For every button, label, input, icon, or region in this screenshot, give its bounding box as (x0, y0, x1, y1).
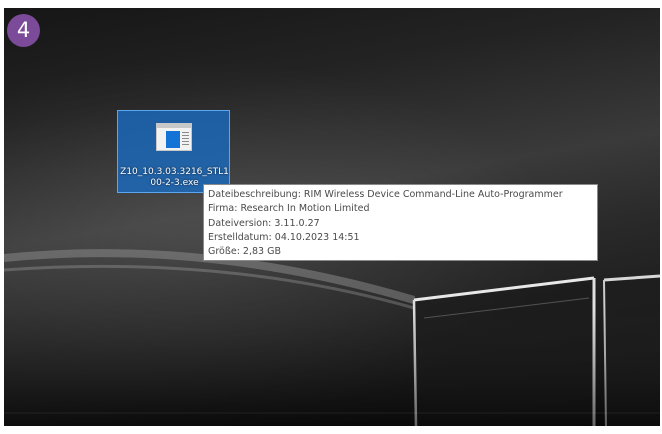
desktop-file-icon[interactable]: Z10_10.3.03.3216_STL100-2-3.exe (117, 110, 230, 193)
tooltip-company: Firma: Research In Motion Limited (208, 203, 370, 215)
tooltip-description: Dateibeschreibung: RIM Wireless Device C… (208, 189, 563, 200)
file-info-tooltip: Dateibeschreibung: RIM Wireless Device C… (203, 184, 598, 261)
tooltip-size: Größe: 2,83 GB (208, 246, 281, 258)
exe-file-icon (156, 123, 192, 151)
tooltip-file-version: Dateiversion: 3.11.0.27 (208, 217, 320, 229)
tooltip-created-date: Erstelldatum: 04.10.2023 14:51 (208, 231, 360, 243)
screenshot-frame: Z10_10.3.03.3216_STL100-2-3.exe Dateibes… (0, 0, 662, 434)
step-number-badge: 4 (7, 14, 40, 47)
desktop-wallpaper[interactable]: Z10_10.3.03.3216_STL100-2-3.exe Dateibes… (4, 8, 660, 426)
